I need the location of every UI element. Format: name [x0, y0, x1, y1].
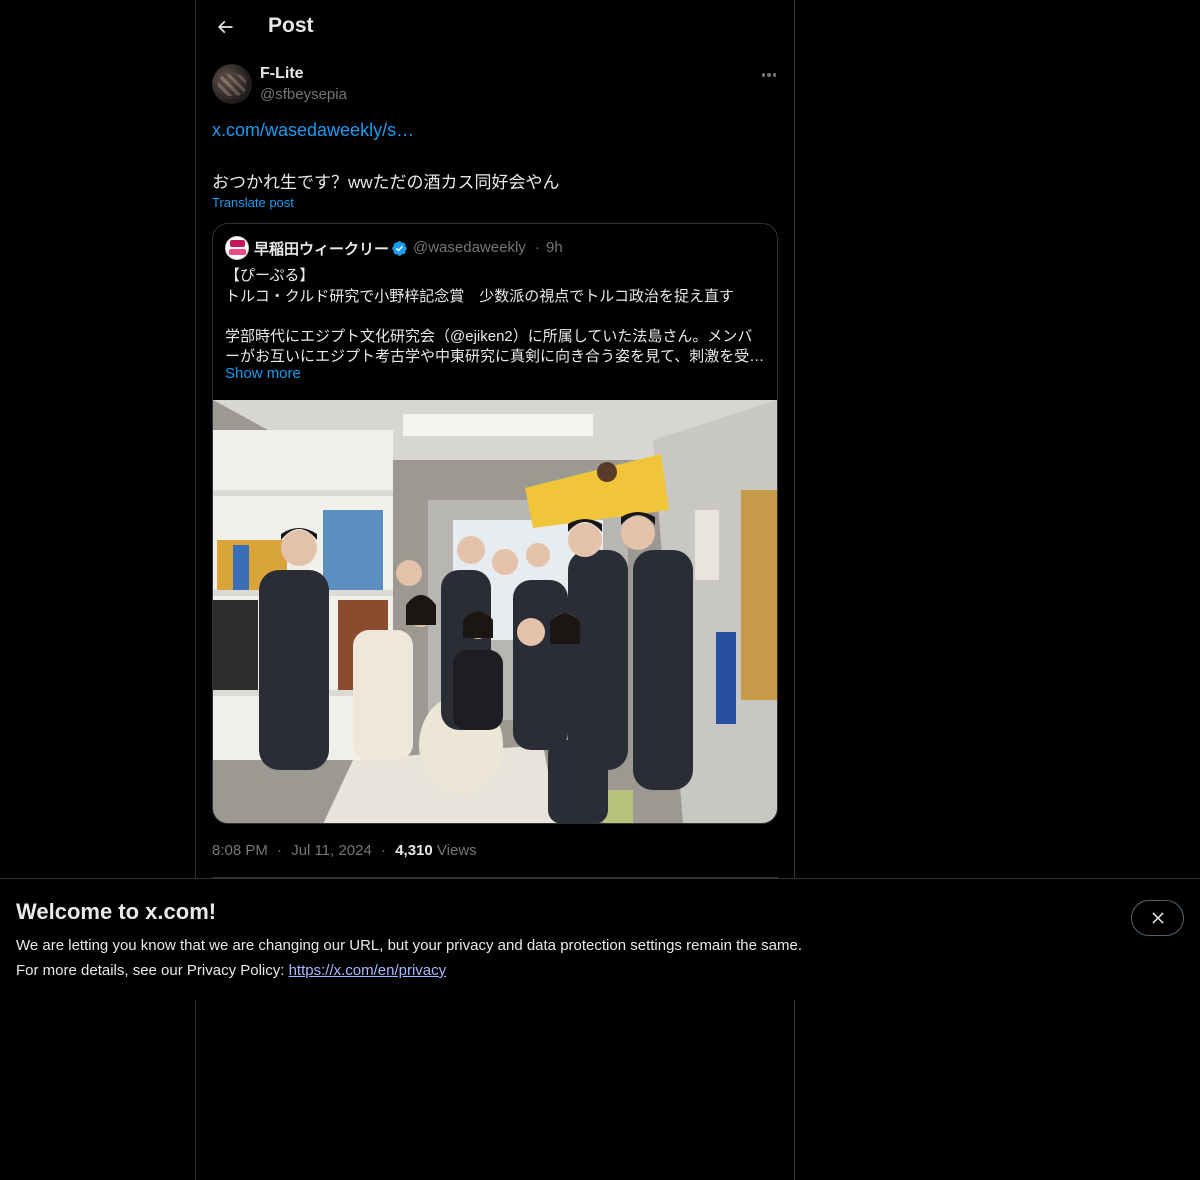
- post-link[interactable]: x.com/wasedaweekly/s…: [212, 120, 414, 141]
- wasedaweekly-logo[interactable]: [225, 236, 249, 260]
- banner-privacy-line: For more details, see our Privacy Policy…: [16, 962, 446, 979]
- author-name[interactable]: F-Lite: [260, 65, 304, 83]
- banner-title: Welcome to x.com!: [16, 899, 217, 924]
- quoted-text-line: トルコ・クルド研究で小野梓記念賞 少数派の視点でトルコ政治を捉え直す: [225, 288, 734, 305]
- separator-dot: ·: [277, 842, 283, 859]
- close-banner-button[interactable]: [1131, 900, 1184, 936]
- separator-dot: ·: [381, 842, 387, 859]
- banner-message: We are letting you know that we are chan…: [16, 937, 802, 954]
- separator-dot: ·: [535, 239, 540, 256]
- more-options-button[interactable]: [758, 66, 780, 84]
- quoted-author-name: 早稲田ウィークリー: [254, 241, 390, 258]
- quoted-post[interactable]: 早稲田ウィークリー @wasedaweekly · 9h 【ぴーぷる】 トルコ・…: [212, 223, 778, 824]
- author-handle[interactable]: @sfbeysepia: [260, 86, 347, 103]
- back-button[interactable]: [210, 12, 240, 42]
- group-photo-image: [213, 400, 777, 823]
- views-label: Views: [436, 842, 477, 859]
- arrow-left-icon: [217, 20, 233, 34]
- more-horizontal-icon: [761, 73, 766, 77]
- quoted-text-line: 【ぴーぷる】: [225, 267, 315, 284]
- verified-badge-icon: [392, 241, 407, 256]
- quoted-post-time[interactable]: 9h: [546, 239, 563, 256]
- post-text: おつかれ生です？wwただの酒カス同好会やん: [212, 173, 560, 192]
- welcome-banner: Welcome to x.com! We are letting you kno…: [0, 878, 1200, 1000]
- banner-privacy-prefix: For more details, see our Privacy Policy…: [16, 962, 289, 979]
- privacy-policy-link[interactable]: https://x.com/en/privacy: [289, 962, 447, 979]
- quoted-post-photo[interactable]: [213, 400, 777, 823]
- post-date[interactable]: Jul 11, 2024: [291, 842, 372, 859]
- translate-post-link[interactable]: Translate post: [212, 195, 294, 210]
- post-time[interactable]: 8:08 PM: [212, 842, 268, 859]
- views-count: 4,310: [395, 842, 433, 859]
- show-more-link[interactable]: Show more: [225, 365, 301, 382]
- close-icon: [1151, 912, 1164, 924]
- quoted-text-line: 学部時代にエジプト文化研究会（@ejiken2）に所属していた法島さん。メンバ: [225, 328, 753, 345]
- page-title: Post: [268, 14, 314, 37]
- quoted-text-line: ーがお互いにエジプト考古学や中東研究に真剣に向き合う姿を見て、刺激を受…: [225, 348, 765, 365]
- quoted-author-handle: @wasedaweekly: [413, 239, 526, 256]
- author-avatar[interactable]: [212, 64, 252, 104]
- primary-column: Post F-Lite @sfbeysepia x.com/wasedaweek…: [195, 0, 795, 1180]
- post-header: Post: [196, 0, 794, 54]
- post-meta: 8:08 PM · Jul 11, 2024 · 4,310 Views: [212, 842, 477, 859]
